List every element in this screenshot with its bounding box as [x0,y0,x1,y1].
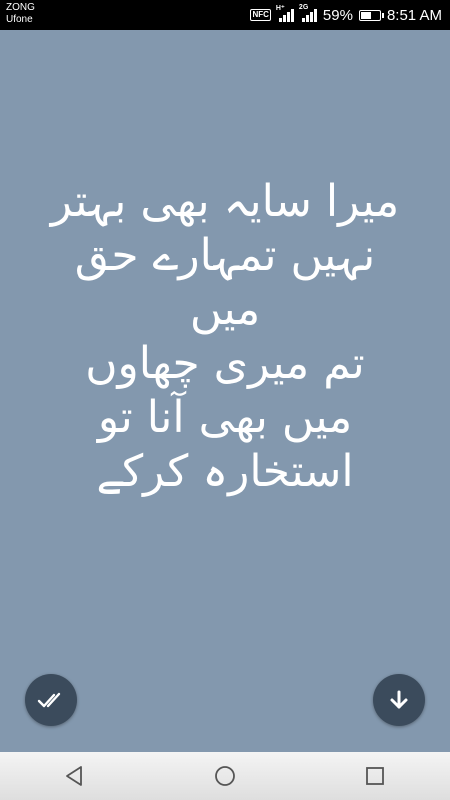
back-button[interactable] [50,756,100,796]
navigation-bar [0,752,450,800]
poem-line: میں بھی آنا تو [97,392,353,443]
carrier-2: Ufone [6,14,33,25]
signal-icon-2: 2G [299,4,317,22]
home-button[interactable] [200,756,250,796]
battery-percent: 59% [322,6,353,24]
signal-2-tag: 2G [298,4,309,11]
signal-icon-1: H⁺ [276,5,294,22]
signal-1-tag: H⁺ [275,5,285,12]
recents-button[interactable] [350,756,400,796]
poem-line: میرا سایہ بھی بہتر [50,176,400,227]
mark-read-button[interactable] [25,674,77,726]
clock: 8:51 AM [386,6,442,24]
double-check-icon [37,692,61,708]
status-bar: ZONG Ufone NFC H⁺ 2G 59% 8:51 AM [0,0,450,30]
carrier-info: ZONG Ufone [6,2,35,26]
download-arrow-icon [390,690,408,709]
nfc-icon: NFC [250,9,271,21]
poem-text: میرا سایہ بھی بہتر نہیں تمہارے حق میں تم… [10,175,440,499]
poem-line: میں [189,284,261,335]
recents-square-icon [366,767,384,785]
download-button[interactable] [373,674,425,726]
carrier-1: ZONG [6,2,35,13]
battery-icon [358,9,384,21]
poem-line: تم میری چھاوں [85,338,365,389]
back-triangle-icon [66,766,82,786]
poem-line: نہیں تمہارے حق [74,230,376,281]
poem-line: استخارہ کرکے [96,446,354,497]
home-circle-icon [215,766,235,786]
